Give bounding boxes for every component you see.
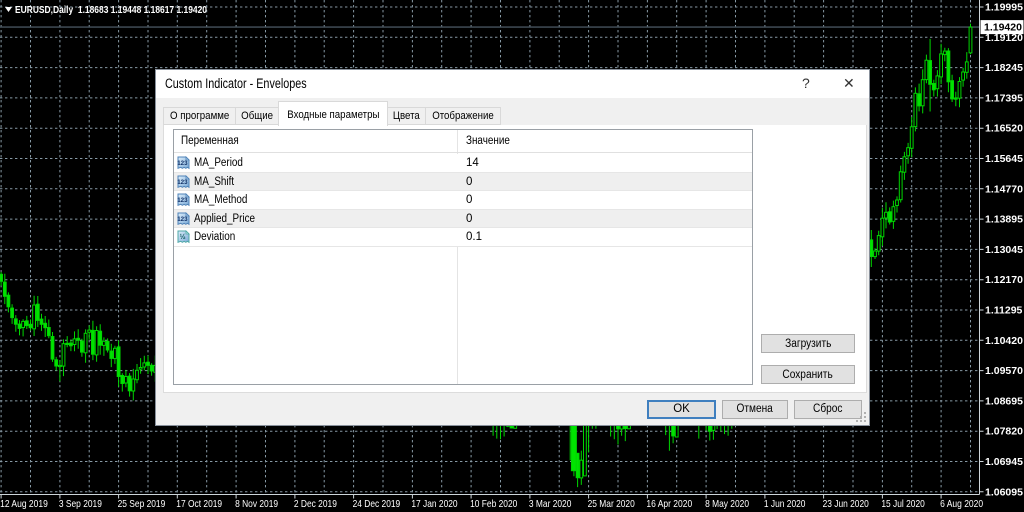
svg-text:1.08695: 1.08695: [985, 395, 1023, 407]
svg-text:23 Jun 2020: 23 Jun 2020: [823, 498, 869, 510]
svg-text:25 Sep 2019: 25 Sep 2019: [118, 498, 166, 510]
svg-text:1.18245: 1.18245: [985, 62, 1023, 74]
svg-text:1.13045: 1.13045: [985, 244, 1023, 256]
svg-text:1.14770: 1.14770: [985, 183, 1023, 195]
svg-text:8 May 2020: 8 May 2020: [705, 498, 749, 510]
svg-text:3 Mar 2020: 3 Mar 2020: [529, 498, 572, 510]
svg-text:123: 123: [177, 216, 188, 223]
svg-text:17 Jan 2020: 17 Jan 2020: [411, 498, 457, 510]
svg-text:1.19420: 1.19420: [984, 22, 1022, 34]
svg-text:25 Mar 2020: 25 Mar 2020: [588, 498, 635, 510]
svg-text:1.06095: 1.06095: [985, 486, 1023, 498]
svg-text:16 Apr 2020: 16 Apr 2020: [646, 498, 692, 510]
svg-text:15 Jul 2020: 15 Jul 2020: [881, 498, 925, 510]
svg-text:½: ½: [180, 232, 186, 241]
svg-text:EURUSD,Daily 1.18683 1.19448: EURUSD,Daily 1.18683 1.19448 1.18617 1.1…: [15, 4, 207, 16]
svg-text:6 Aug 2020: 6 Aug 2020: [940, 498, 983, 510]
svg-text:123: 123: [177, 197, 188, 204]
svg-text:1.15645: 1.15645: [985, 153, 1023, 165]
svg-text:1.12170: 1.12170: [985, 274, 1023, 286]
svg-text:123: 123: [177, 179, 188, 186]
svg-text:1.17395: 1.17395: [985, 92, 1023, 104]
svg-text:3 Sep 2019: 3 Sep 2019: [59, 498, 102, 510]
svg-text:1.09570: 1.09570: [985, 365, 1023, 377]
svg-text:1.13895: 1.13895: [985, 214, 1023, 226]
svg-text:12 Aug 2019: 12 Aug 2019: [0, 498, 48, 510]
svg-text:1.19995: 1.19995: [985, 2, 1023, 14]
svg-text:24 Dec 2019: 24 Dec 2019: [353, 498, 401, 510]
svg-text:123: 123: [177, 160, 188, 167]
svg-text:2 Dec 2019: 2 Dec 2019: [294, 498, 337, 510]
svg-text:1.11295: 1.11295: [985, 305, 1023, 317]
svg-text:1.07820: 1.07820: [985, 426, 1023, 438]
svg-text:10 Feb 2020: 10 Feb 2020: [470, 498, 517, 510]
svg-text:1.16520: 1.16520: [985, 123, 1023, 135]
svg-text:8 Nov 2019: 8 Nov 2019: [235, 498, 278, 510]
svg-text:1.06945: 1.06945: [985, 456, 1023, 468]
svg-text:17 Oct 2019: 17 Oct 2019: [176, 498, 222, 510]
svg-text:1 Jun 2020: 1 Jun 2020: [764, 498, 806, 510]
svg-text:1.10420: 1.10420: [985, 335, 1023, 347]
